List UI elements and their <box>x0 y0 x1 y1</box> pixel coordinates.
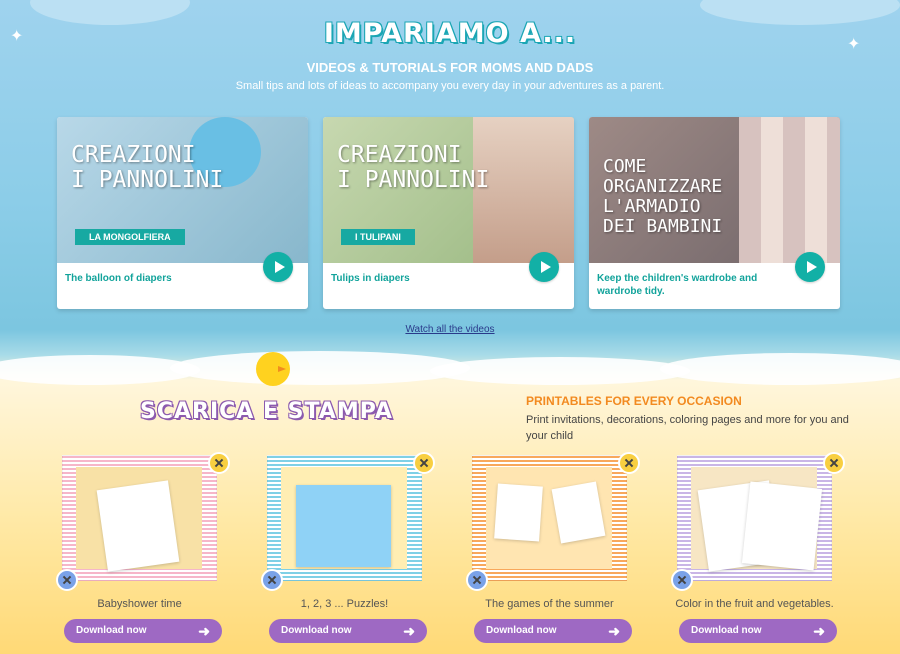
video-cards: CREAZIONI I PANNOLINI LA MONGOLFIERA The … <box>57 117 841 309</box>
pin-icon <box>261 569 283 591</box>
video-label[interactable]: Tulips in diapers <box>331 272 511 285</box>
hero-section: IMPARIAMO A... VIDEOS & TUTORIALS FOR MO… <box>0 18 900 92</box>
video-thumbnail[interactable]: CREAZIONI I PANNOLINI LA MONGOLFIERA <box>57 117 308 263</box>
video-card-tulips[interactable]: CREAZIONI I PANNOLINI I TULIPANI Tulips i… <box>323 117 574 309</box>
printable-caption: Color in the fruit and vegetables. <box>675 598 834 610</box>
arrow-right-icon: ➜ <box>403 623 415 639</box>
play-icon[interactable] <box>263 252 293 282</box>
printables-heading: PRINTABLES FOR EVERY OCCASION <box>526 394 742 408</box>
printables-text: Print invitations, decorations, coloring… <box>526 414 849 442</box>
site-logo[interactable]: IMPARIAMO A... <box>0 18 900 49</box>
arrow-right-icon: ➜ <box>813 623 825 639</box>
pin-icon <box>466 569 488 591</box>
scarica-title: SCARICA E STAMPA <box>140 399 393 424</box>
printable-caption: Babyshower time <box>97 598 182 610</box>
printables-list: Babyshower time 1, 2, 3 ... Puzzles! The… <box>52 452 852 652</box>
close-icon[interactable] <box>208 452 230 474</box>
hero-tagline: Small tips and lots of ideas to accompan… <box>235 80 665 92</box>
download-button[interactable]: Download now ➜ <box>679 619 837 643</box>
download-label: Download now <box>281 625 352 636</box>
video-ribbon: I TULIPANI <box>341 229 415 245</box>
chick-icon <box>256 352 290 386</box>
video-card-wardrobe[interactable]: COME ORGANIZZARE L'ARMADIO DEI BAMBINI Keep… <box>589 117 840 309</box>
video-label[interactable]: Keep the children's wardrobe and wardrob… <box>597 272 777 298</box>
frame-content <box>281 467 407 569</box>
video-title-art: CREAZIONI I PANNOLINI <box>337 142 490 193</box>
arrow-right-icon: ➜ <box>608 623 620 639</box>
puzzle-image <box>296 485 391 567</box>
download-button[interactable]: Download now ➜ <box>64 619 222 643</box>
video-thumbnail[interactable]: COME ORGANIZZARE L'ARMADIO DEI BAMBINI <box>589 117 840 263</box>
video-title-art: COME ORGANIZZARE L'ARMADIO DEI BAMBINI <box>603 156 723 237</box>
close-icon[interactable] <box>413 452 435 474</box>
video-ribbon: LA MONGOLFIERA <box>75 229 185 245</box>
printable-frame[interactable] <box>257 452 435 591</box>
coloring-page <box>741 481 823 571</box>
hero-subtitle: VIDEOS & TUTORIALS FOR MOMS AND DADS <box>306 60 594 75</box>
printable-frame[interactable] <box>52 452 230 591</box>
baby-shower-card <box>96 480 180 572</box>
card-image <box>494 483 543 542</box>
pin-icon <box>671 569 693 591</box>
printable-frame[interactable] <box>462 452 640 591</box>
frame-content <box>691 467 823 572</box>
download-label: Download now <box>76 625 147 636</box>
printable-caption: The games of the summer <box>485 598 614 610</box>
printable-frame[interactable] <box>667 452 845 591</box>
play-icon[interactable] <box>795 252 825 282</box>
close-icon[interactable] <box>823 452 845 474</box>
video-card-balloon[interactable]: CREAZIONI I PANNOLINI LA MONGOLFIERA The … <box>57 117 308 309</box>
video-label[interactable]: The balloon of diapers <box>65 272 245 285</box>
download-button[interactable]: Download now ➜ <box>269 619 427 643</box>
arrow-right-icon: ➜ <box>198 623 210 639</box>
play-icon[interactable] <box>529 252 559 282</box>
download-button[interactable]: Download now ➜ <box>474 619 632 643</box>
watch-all-videos-link[interactable]: Watch all the videos <box>0 324 900 335</box>
printable-caption: 1, 2, 3 ... Puzzles! <box>300 598 389 610</box>
pin-icon <box>56 569 78 591</box>
video-thumbnail[interactable]: CREAZIONI I PANNOLINI I TULIPANI <box>323 117 574 263</box>
close-icon[interactable] <box>618 452 640 474</box>
frame-content <box>76 467 202 572</box>
download-label: Download now <box>486 625 557 636</box>
frame-content <box>486 467 612 569</box>
mid-clouds <box>0 345 900 385</box>
card-image <box>551 481 606 544</box>
printables-intro: PRINTABLES FOR EVERY OCCASION Print invi… <box>526 394 856 444</box>
video-title-art: CREAZIONI I PANNOLINI <box>71 142 224 193</box>
download-label: Download now <box>691 625 762 636</box>
wardrobe-image <box>739 117 840 263</box>
